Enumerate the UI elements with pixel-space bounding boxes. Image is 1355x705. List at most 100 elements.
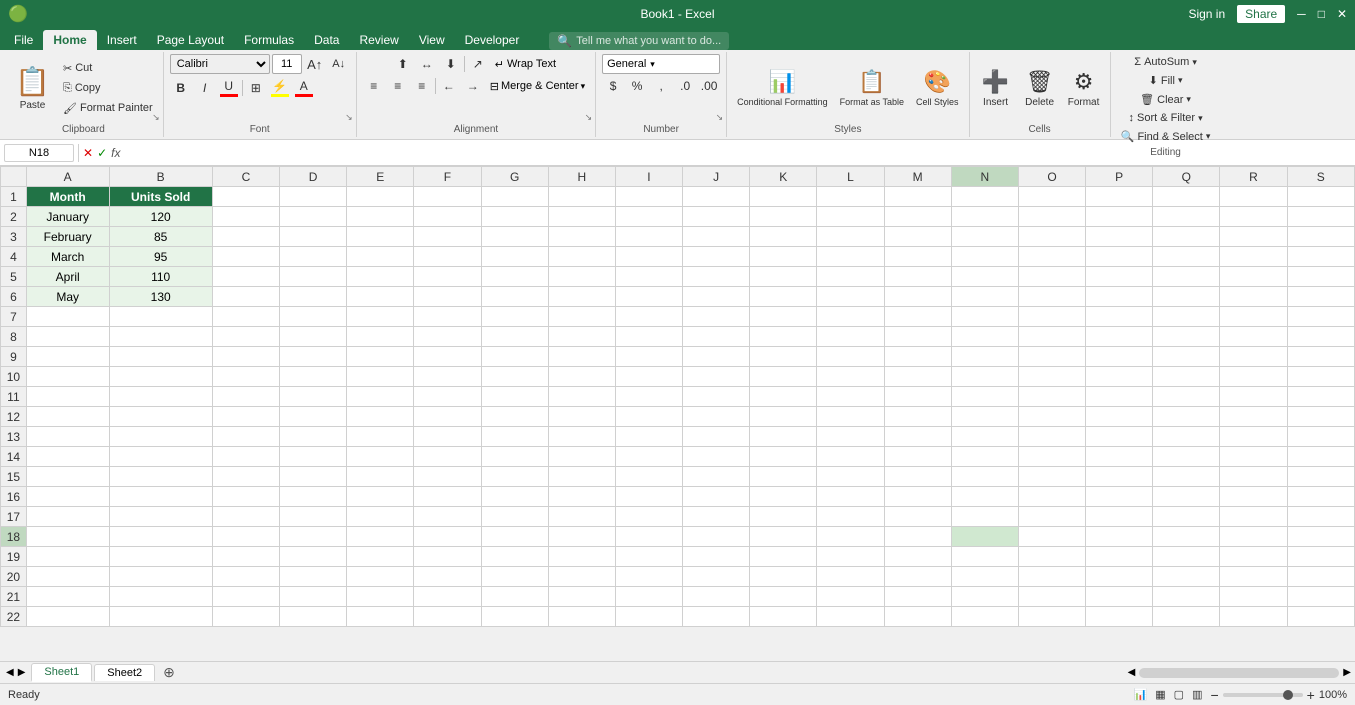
cell-J11[interactable] [683, 387, 750, 407]
cell-K21[interactable] [750, 587, 817, 607]
align-center-btn[interactable]: ≡ [387, 76, 409, 96]
cell-N20[interactable] [951, 567, 1018, 587]
underline-button[interactable]: U [218, 78, 240, 98]
cell-P11[interactable] [1086, 387, 1153, 407]
cell-Q4[interactable] [1153, 247, 1220, 267]
cell-A9[interactable] [26, 347, 109, 367]
cell-L11[interactable] [817, 387, 884, 407]
cell-M14[interactable] [884, 447, 951, 467]
format-as-table-button[interactable]: 📋 Format as Table [836, 55, 908, 121]
cell-I18[interactable] [615, 527, 682, 547]
cell-L1[interactable] [817, 187, 884, 207]
col-header-R[interactable]: R [1220, 167, 1287, 187]
cell-H10[interactable] [548, 367, 615, 387]
cell-D1[interactable] [280, 187, 347, 207]
col-header-D[interactable]: D [280, 167, 347, 187]
cell-J18[interactable] [683, 527, 750, 547]
col-header-K[interactable]: K [750, 167, 817, 187]
cell-O6[interactable] [1018, 287, 1085, 307]
cell-D7[interactable] [280, 307, 347, 327]
cell-M11[interactable] [884, 387, 951, 407]
row-header-3[interactable]: 3 [1, 227, 27, 247]
cell-E1[interactable] [347, 187, 414, 207]
cell-D11[interactable] [280, 387, 347, 407]
cell-F12[interactable] [414, 407, 481, 427]
cell-J10[interactable] [683, 367, 750, 387]
sheet-tab-sheet2[interactable]: Sheet2 [94, 664, 155, 681]
cell-S17[interactable] [1287, 507, 1354, 527]
cell-H15[interactable] [548, 467, 615, 487]
tab-review[interactable]: Review [349, 30, 408, 50]
cell-B9[interactable] [109, 347, 212, 367]
format-button[interactable]: ⚙ Format [1064, 55, 1104, 121]
cell-H4[interactable] [548, 247, 615, 267]
cell-E12[interactable] [347, 407, 414, 427]
cell-C15[interactable] [212, 467, 279, 487]
cell-E8[interactable] [347, 327, 414, 347]
font-size-decrease-btn[interactable]: A↓ [328, 54, 350, 74]
cell-J13[interactable] [683, 427, 750, 447]
comma-btn[interactable]: , [650, 76, 672, 96]
cell-S18[interactable] [1287, 527, 1354, 547]
cell-B19[interactable] [109, 547, 212, 567]
cell-S2[interactable] [1287, 207, 1354, 227]
cell-E9[interactable] [347, 347, 414, 367]
cell-Q9[interactable] [1153, 347, 1220, 367]
view-page-icon[interactable]: ▢ [1174, 688, 1184, 701]
cell-B13[interactable] [109, 427, 212, 447]
cell-C16[interactable] [212, 487, 279, 507]
cell-B2[interactable]: 120 [109, 207, 212, 227]
cell-G13[interactable] [481, 427, 548, 447]
cell-I3[interactable] [615, 227, 682, 247]
cell-C13[interactable] [212, 427, 279, 447]
cell-F16[interactable] [414, 487, 481, 507]
cell-P5[interactable] [1086, 267, 1153, 287]
cell-M20[interactable] [884, 567, 951, 587]
number-format-dropdown[interactable]: General ▾ [602, 54, 720, 74]
cell-J2[interactable] [683, 207, 750, 227]
row-header-8[interactable]: 8 [1, 327, 27, 347]
cell-O17[interactable] [1018, 507, 1085, 527]
cell-L7[interactable] [817, 307, 884, 327]
row-header-16[interactable]: 16 [1, 487, 27, 507]
tab-home[interactable]: Home [43, 30, 96, 50]
cell-P14[interactable] [1086, 447, 1153, 467]
cell-I17[interactable] [615, 507, 682, 527]
cell-G5[interactable] [481, 267, 548, 287]
cell-G9[interactable] [481, 347, 548, 367]
cell-L5[interactable] [817, 267, 884, 287]
cell-S22[interactable] [1287, 607, 1354, 627]
cell-Q19[interactable] [1153, 547, 1220, 567]
cell-O3[interactable] [1018, 227, 1085, 247]
cell-Q5[interactable] [1153, 267, 1220, 287]
cell-Q2[interactable] [1153, 207, 1220, 227]
cell-R1[interactable] [1220, 187, 1287, 207]
cell-S12[interactable] [1287, 407, 1354, 427]
tab-insert[interactable]: Insert [97, 30, 147, 50]
cell-F6[interactable] [414, 287, 481, 307]
cell-L9[interactable] [817, 347, 884, 367]
cell-I2[interactable] [615, 207, 682, 227]
cell-I1[interactable] [615, 187, 682, 207]
cell-S4[interactable] [1287, 247, 1354, 267]
cell-F17[interactable] [414, 507, 481, 527]
cell-Q18[interactable] [1153, 527, 1220, 547]
cell-P17[interactable] [1086, 507, 1153, 527]
font-family-select[interactable]: Calibri Arial Times New Roman [170, 54, 270, 74]
col-header-F[interactable]: F [414, 167, 481, 187]
cell-F2[interactable] [414, 207, 481, 227]
cell-mode-icon[interactable]: 📊 [1134, 688, 1148, 701]
cell-B21[interactable] [109, 587, 212, 607]
cell-B3[interactable]: 85 [109, 227, 212, 247]
zoom-out-icon[interactable]: − [1210, 687, 1218, 703]
cell-C6[interactable] [212, 287, 279, 307]
cell-C8[interactable] [212, 327, 279, 347]
cell-I5[interactable] [615, 267, 682, 287]
cell-I12[interactable] [615, 407, 682, 427]
cell-M7[interactable] [884, 307, 951, 327]
minimize-icon[interactable]: ─ [1297, 7, 1306, 21]
cell-M18[interactable] [884, 527, 951, 547]
cell-M21[interactable] [884, 587, 951, 607]
cell-Q20[interactable] [1153, 567, 1220, 587]
cell-C14[interactable] [212, 447, 279, 467]
